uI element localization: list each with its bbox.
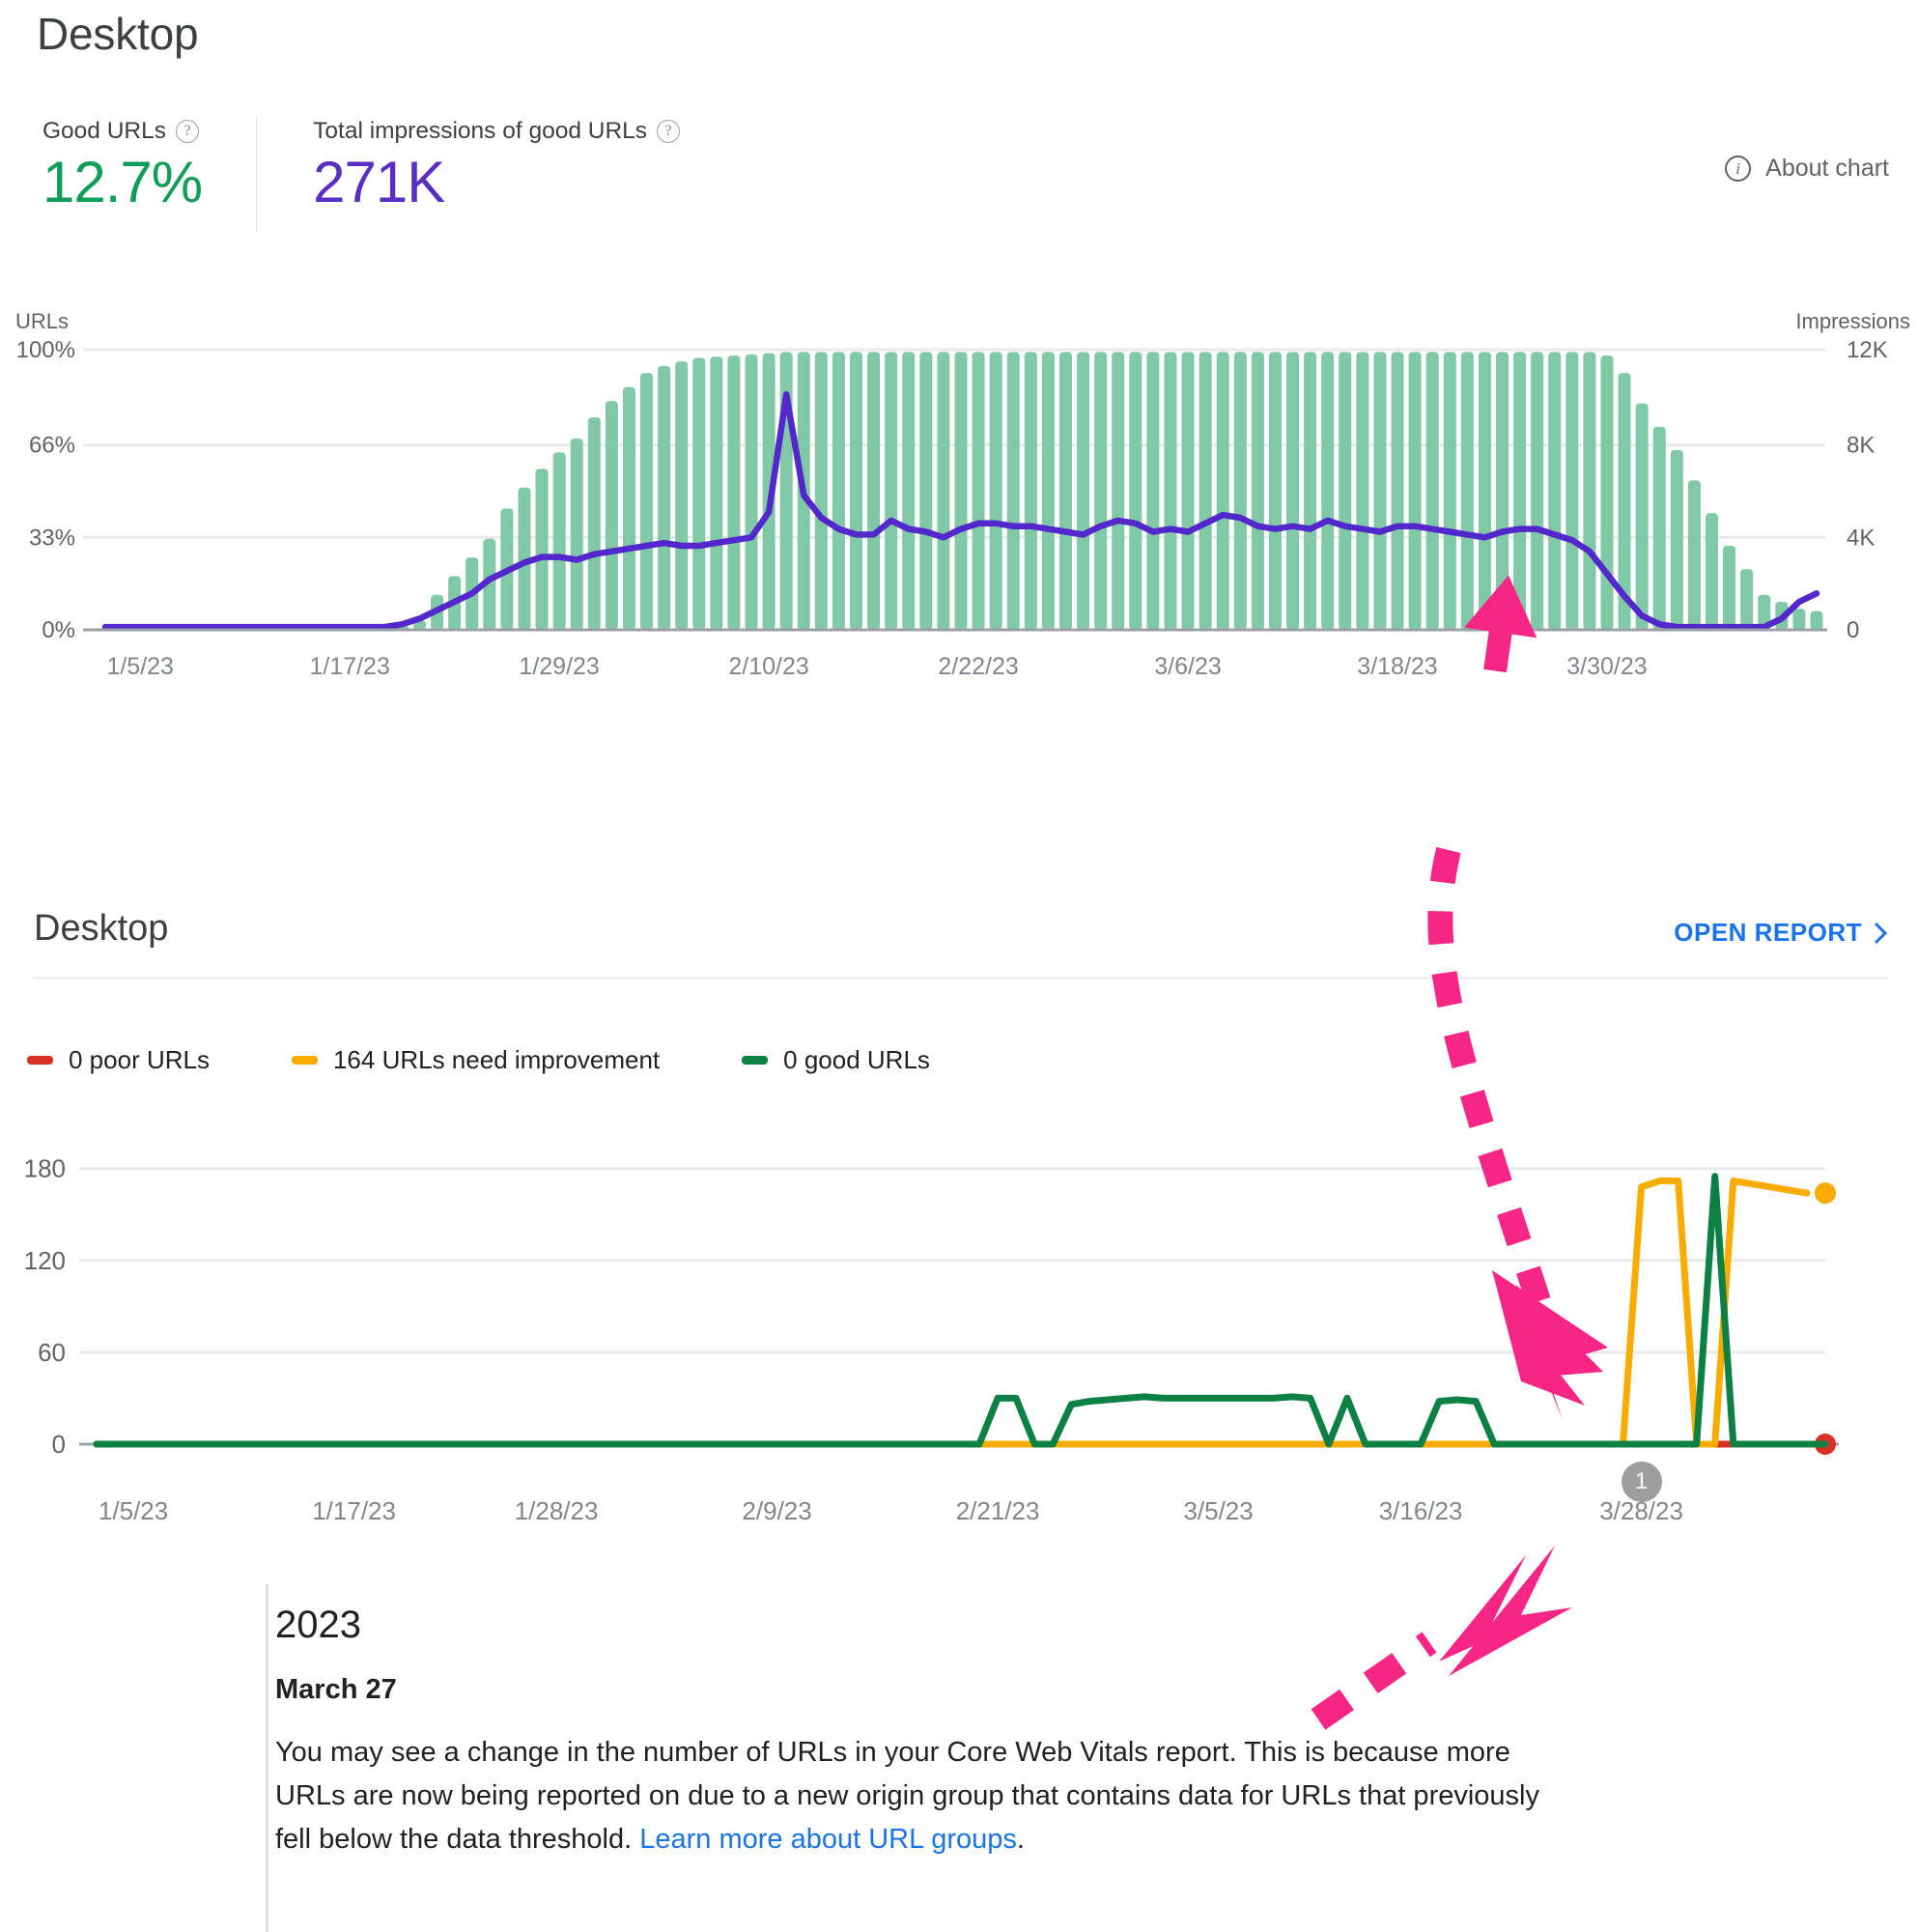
chart1-x-tick: 3/6/23 (1154, 653, 1222, 676)
annotation-date: March 27 (275, 1674, 397, 1705)
chart2-x-tick: 3/16/23 (1379, 1496, 1463, 1525)
chart1-left-axis-title: URLs (15, 309, 70, 333)
chart2-x-tick: 1/17/23 (312, 1496, 396, 1525)
legend-label: 0 poor URLs (69, 1045, 210, 1074)
annotation-badge[interactable]: 1 (1621, 1462, 1662, 1502)
chart2-y-tick: 120 (24, 1246, 66, 1275)
section-divider (34, 978, 1888, 979)
chart1-x-tick: 1/5/23 (106, 653, 174, 676)
metric-good-urls-value: 12.7% (42, 150, 203, 214)
legend-label: 0 good URLs (783, 1045, 930, 1074)
annotation-year: 2023 (275, 1604, 361, 1646)
metrics-row: Good URLs ? 12.7% Total impressions of g… (42, 118, 734, 232)
annotation-body-period: . (1016, 1823, 1025, 1855)
legend-swatch (291, 1056, 318, 1065)
chart2-y-tick: 0 (52, 1430, 66, 1459)
metric-total-impressions-label-text: Total impressions of good URLs (313, 118, 648, 144)
open-report-label: OPEN REPORT (1674, 918, 1862, 947)
legend-swatch (27, 1056, 53, 1065)
chart1-y-tick: 66% (29, 433, 75, 459)
chart1-y-tick: 33% (29, 525, 75, 551)
section2-title: Desktop (34, 908, 169, 949)
chart2-x-tick: 1/5/23 (99, 1496, 168, 1525)
chart1-x-tick: 3/18/23 (1357, 653, 1437, 676)
chart1-y-tick: 100% (16, 337, 75, 363)
metric-total-impressions-label: Total impressions of good URLs ? (313, 118, 681, 145)
metric-total-impressions: Total impressions of good URLs ? 271K (256, 118, 734, 232)
annotation-rail (266, 1584, 268, 1932)
legend-item[interactable]: 164 URLs need improvement (291, 1045, 661, 1075)
metric-good-urls-label-text: Good URLs (42, 118, 167, 144)
annotation-body: You may see a change in the number of UR… (275, 1731, 1540, 1861)
metric-good-urls: Good URLs ? 12.7% (42, 118, 256, 214)
chart1-x-tick: 2/10/23 (728, 653, 808, 676)
chart1-x-tick: 2/22/23 (938, 653, 1018, 676)
chart1-x-tick: 3/30/23 (1566, 653, 1647, 676)
chart1-y2-tick: 0 (1847, 617, 1859, 643)
open-report-link[interactable]: OPEN REPORT (1674, 918, 1891, 948)
learn-more-link[interactable]: Learn more about URL groups (639, 1824, 1017, 1855)
chart2-x-tick: 2/21/23 (956, 1496, 1040, 1525)
chart2-legend: 0 poor URLs 164 URLs need improvement 0 go… (27, 1045, 1012, 1075)
chart2-x-tick: 2/9/23 (742, 1496, 811, 1525)
chart1-y-tick: 0% (42, 617, 75, 643)
chevron-right-icon (1874, 922, 1888, 944)
chart2-x-tick: 3/5/23 (1183, 1496, 1253, 1525)
chart2-series-line (93, 1173, 1829, 1448)
help-icon[interactable]: ? (176, 120, 200, 143)
chart2-x-tick: 1/28/23 (515, 1496, 599, 1525)
chart1-y2-tick: 8K (1847, 433, 1875, 459)
chart1-x-tick: 1/17/23 (309, 653, 389, 676)
info-icon: i (1725, 156, 1752, 182)
chart1-x-tick: 1/29/23 (519, 653, 599, 676)
chart2-y-tick: 60 (38, 1338, 66, 1367)
about-chart-label: About chart (1765, 155, 1889, 182)
chart1-y2-tick: 4K (1847, 525, 1875, 551)
legend-label: 164 URLs need improvement (332, 1045, 661, 1074)
metric-good-urls-label: Good URLs ? (42, 118, 202, 145)
chart2-y-tick: 180 (24, 1154, 66, 1183)
legend-item[interactable]: 0 good URLs (742, 1045, 930, 1075)
legend-swatch (742, 1056, 769, 1065)
chart1-right-axis-title: Impressions (1795, 309, 1910, 333)
chart-core-web-vitals: 0 60 120 180 1/5/23 1/17/23 1/28/23 2/9/23 2/21/… (0, 1111, 1918, 1536)
chart2-series-line (93, 1177, 1811, 1448)
annotation-panel: 2023 March 27 You may see a change in th… (266, 1584, 1627, 1932)
chart1-plot: 0% 0 33% 4K 66% 8K 100% 12K 1/5/23 1/17/23 1/29/23… (16, 337, 1888, 680)
chart1-y2-tick: 12K (1847, 337, 1888, 363)
chart-good-urls-impressions: URLs Impressions 0% 0 33% 4K 66% 8K 100% 12K 1/5… (0, 290, 1918, 680)
metric-total-impressions-value: 271K (313, 150, 445, 214)
about-chart-button[interactable]: i About chart (1725, 155, 1889, 183)
help-icon[interactable]: ? (657, 120, 681, 143)
page-title: Desktop (37, 9, 199, 59)
legend-item[interactable]: 0 poor URLs (27, 1045, 210, 1075)
